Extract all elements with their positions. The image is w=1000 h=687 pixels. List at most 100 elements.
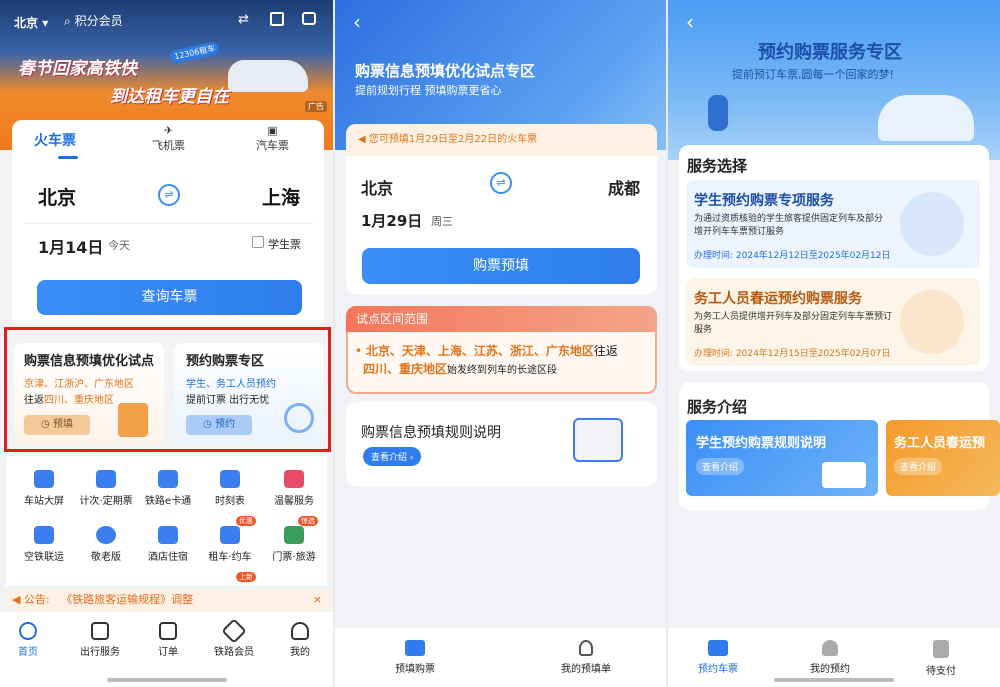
speaker-icon: ◀ xyxy=(12,593,21,606)
to-station[interactable]: 成都 xyxy=(608,175,640,199)
section-title: 服务介绍 xyxy=(687,398,748,416)
person-icon xyxy=(291,622,309,640)
search-icon: ⌕ xyxy=(64,14,71,28)
hotel-icon xyxy=(158,526,178,544)
prefill-button-label: 预填 xyxy=(52,419,73,430)
view-intro-button[interactable]: 查看介绍 › xyxy=(363,447,422,466)
badge: 优惠 xyxy=(236,516,256,526)
student-label: 学生票 xyxy=(268,238,301,251)
student-rules-chip[interactable]: 学生预约购票规则说明 查看介绍 xyxy=(686,420,878,496)
nav-label: 预填购票 xyxy=(395,664,435,675)
message-icon[interactable] xyxy=(302,12,316,25)
worker-rules-chip[interactable]: 务工人员春运预 查看介绍 xyxy=(886,420,1000,496)
swap-icon[interactable]: ⇌ xyxy=(490,172,512,194)
student-avatar xyxy=(900,192,964,256)
ticket-icon xyxy=(708,640,728,656)
from-station[interactable]: 北京 xyxy=(38,183,76,210)
search-member[interactable]: ⌕ 积分会员 xyxy=(64,12,123,29)
service-time: 办理时间: 2024年12月15日至2025年02月07日 xyxy=(694,349,891,359)
swap-icon[interactable]: ⇌ xyxy=(158,184,180,206)
prefill-promo-card[interactable]: 购票信息预填优化试点 京津、江浙沪、广东地区 往返四川、重庆地区 ◷ 预填 xyxy=(14,343,164,443)
grid-item-station-screen[interactable]: 车站大屏 xyxy=(12,470,76,507)
grid-label: 敬老版 xyxy=(91,552,121,563)
service-desc: 为通过资质核验的学生旅客提供固定列车及部分增开列车车票预订服务 xyxy=(694,214,884,237)
view-intro-button[interactable]: 查看介绍 xyxy=(696,458,745,475)
scan-icon[interactable] xyxy=(270,12,284,26)
nav-travel-service[interactable]: 出行服务 xyxy=(80,622,120,658)
banner-headline: 春节回家高铁快 xyxy=(18,59,137,79)
clock-illustration-icon xyxy=(284,403,314,433)
depart-date[interactable]: 1月29日 xyxy=(361,210,422,231)
student-checkbox[interactable] xyxy=(252,236,264,248)
home-icon xyxy=(19,622,37,640)
home-indicator xyxy=(106,678,227,682)
back-icon[interactable]: ‹ xyxy=(353,10,361,34)
reserve-promo-card[interactable]: 预约购票专区 学生、务工人员预约 提前订票 出行无忧 ◷ 预约 xyxy=(174,343,324,443)
home-indicator xyxy=(774,678,894,682)
grid-item-hotel[interactable]: 酒店住宿 xyxy=(136,526,200,563)
prefill-hint: ◀ 您可预填1月29日至2月22日的火车票 xyxy=(346,124,657,156)
nav-orders[interactable]: 订单 xyxy=(158,622,178,658)
prefill-button[interactable]: ◷ 预填 xyxy=(24,415,90,435)
worker-service-card[interactable]: 务工人员春运预约购票服务 为务工人员提供增开列车及部分固定列车车票预订服务 办理… xyxy=(686,278,980,366)
tab-bus[interactable]: ▣ 汽车票 xyxy=(256,124,289,153)
speaker-icon: ◀ xyxy=(358,134,366,145)
to-station[interactable]: 上海 xyxy=(262,183,300,210)
nav-my-prefill[interactable]: 我的预填单 xyxy=(561,640,611,675)
ticket-tabs: 火车票 ✈ 飞机票 ▣ 汽车票 xyxy=(12,120,324,162)
nav-prefill[interactable]: 预填购票 xyxy=(395,640,435,675)
nav-me[interactable]: 我的 xyxy=(290,622,310,658)
from-station[interactable]: 北京 xyxy=(361,175,393,199)
grid-item-tickets-travel[interactable]: 门票·旅游 xyxy=(262,526,326,563)
search-tickets-button[interactable]: 查询车票 xyxy=(37,280,302,315)
range-text: 往返 xyxy=(593,344,618,358)
divider xyxy=(24,223,314,224)
switch-icon[interactable]: ⇄ xyxy=(238,12,249,27)
nav-label: 首页 xyxy=(18,647,38,658)
prefill-button[interactable]: 购票预填 xyxy=(362,248,640,284)
nav-my-reservation[interactable]: 我的预约 xyxy=(810,640,850,675)
section-title: 服务选择 xyxy=(687,157,748,175)
weekday: 周三 xyxy=(431,215,453,228)
reserve-button-label: 预约 xyxy=(214,419,235,430)
grid-label: 车站大屏 xyxy=(24,496,64,507)
grid-item-car-rental[interactable]: 租车·约车 xyxy=(198,526,262,563)
prefill-line2-prefix: 往返 xyxy=(24,395,44,406)
service-desc: 为务工人员提供增开列车及部分固定列车车票预订服务 xyxy=(694,312,893,335)
depart-date[interactable]: 1月14日 xyxy=(38,234,103,258)
student-service-card[interactable]: 学生预约购票专项服务 为通过资质核验的学生旅客提供固定列车及部分增开列车车票预订… xyxy=(686,180,980,268)
bus-icon: ▣ xyxy=(267,124,278,137)
page-title: 预约购票服务专区 xyxy=(758,42,902,63)
heart-icon xyxy=(96,526,116,544)
car-icon xyxy=(220,526,240,544)
city-selector[interactable]: 北京 ▾ xyxy=(14,14,48,31)
nav-member[interactable]: 铁路会员 xyxy=(214,618,254,658)
page-title: 购票信息预填优化试点专区 xyxy=(355,62,536,80)
grid-item-ecard[interactable]: 铁路e卡通 xyxy=(136,470,200,507)
grid-item-elderly[interactable]: 敬老版 xyxy=(74,526,138,563)
worker-avatar xyxy=(900,290,964,354)
nav-reserve[interactable]: 预约车票 xyxy=(698,640,738,675)
grid-item-period-ticket[interactable]: 计次·定期票 xyxy=(74,470,138,507)
nav-home[interactable]: 首页 xyxy=(18,622,38,658)
pilot-range-title: 试点区间范围 xyxy=(346,306,657,332)
range-text-2: 始发终到列车的长途区段 xyxy=(447,365,558,376)
tab-flight[interactable]: ✈ 飞机票 xyxy=(152,124,185,153)
notice-bar[interactable]: ◀ 公告: 《铁路旅客运输规程》调整 × xyxy=(6,590,330,610)
reserve-button[interactable]: ◷ 预约 xyxy=(186,415,252,435)
grid-item-care[interactable]: 温馨服务 xyxy=(262,470,326,507)
grid-item-air-rail[interactable]: 空铁联运 xyxy=(12,526,76,563)
grid-item-timetable[interactable]: 时刻表 xyxy=(198,470,262,507)
tab-train[interactable]: 火车票 xyxy=(34,130,76,150)
tab-bus-label: 汽车票 xyxy=(256,139,289,152)
intro-title: 务工人员春运预 xyxy=(894,436,986,451)
reserve-line2: 提前订票 出行无忧 xyxy=(186,395,270,406)
grid-label: 门票·旅游 xyxy=(272,552,316,563)
nav-label: 我的预约 xyxy=(810,664,850,675)
car-image xyxy=(228,60,308,92)
nav-label: 订单 xyxy=(158,647,178,658)
view-intro-button[interactable]: 查看介绍 xyxy=(894,458,943,475)
close-icon[interactable]: × xyxy=(313,590,322,610)
nav-pending-payment[interactable]: 待支付 xyxy=(926,640,956,677)
back-icon[interactable]: ‹ xyxy=(686,10,694,34)
